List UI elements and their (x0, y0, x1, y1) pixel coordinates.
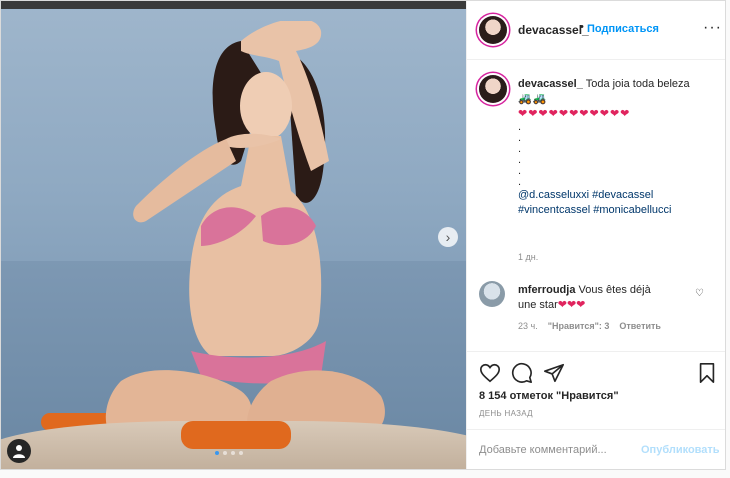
post-photo[interactable]: › (1, 1, 466, 469)
comment-reply-button[interactable]: Ответить (619, 321, 661, 331)
author-username[interactable]: devacassel_ (518, 23, 589, 37)
carousel-dot (223, 451, 227, 455)
post-sidebar: devacassel_ • Подписаться ··· devacassel… (466, 1, 725, 469)
caption-hashtag[interactable]: #devacassel (592, 189, 653, 201)
caption-period: . (518, 132, 522, 144)
caption-emoji-tractors: 🚜🚜 (518, 93, 548, 105)
tagged-users-button[interactable] (7, 439, 31, 463)
action-icons (479, 362, 719, 386)
caption-period: . (518, 121, 522, 133)
comment-likes[interactable]: "Нравится": 3 (548, 321, 610, 331)
caption-period: . (518, 143, 522, 155)
caption-hashtag[interactable]: #vincentcassel (518, 204, 590, 216)
comments-section[interactable]: devacassel_ Toda joia toda beleza 🚜🚜 ❤❤❤… (467, 59, 725, 349)
comment-bubble-icon[interactable] (511, 362, 533, 384)
commenter-avatar[interactable] (479, 281, 505, 307)
caption-emoji-hearts: ❤❤❤❤❤❤❤❤❤❤❤ (518, 108, 631, 120)
header-separator: • (580, 21, 584, 33)
caption-period: . (518, 165, 522, 177)
more-options-icon[interactable]: ··· (703, 19, 722, 37)
author-avatar[interactable] (479, 16, 507, 44)
likes-count[interactable]: 8 154 отметок "Нравится" (479, 390, 619, 402)
photo-top-strip (1, 1, 466, 9)
caption-username[interactable]: devacassel_ (518, 78, 583, 90)
share-plane-icon[interactable] (543, 362, 565, 384)
carousel-dots (215, 451, 243, 455)
caption-mention[interactable]: @d.casseluxxi (518, 189, 589, 201)
comment-input[interactable]: Добавьте комментарий... (479, 444, 607, 456)
add-comment-bar: Добавьте комментарий... Опубликовать (467, 429, 725, 469)
publish-button[interactable]: Опубликовать (641, 444, 720, 456)
comment-hearts: ❤❤❤ (557, 299, 586, 311)
photo-woman-figure (105, 21, 385, 436)
comment-meta: 23 ч. "Нравится": 3 Ответить (518, 321, 661, 331)
next-photo-button[interactable]: › (438, 227, 458, 247)
like-heart-icon[interactable] (479, 362, 501, 384)
carousel-dot-active (215, 451, 219, 455)
comment-username[interactable]: mferroudja (518, 284, 575, 296)
caption-body: Toda joia toda beleza (585, 78, 690, 90)
caption-hashtag[interactable]: #monicabellucci (593, 204, 671, 216)
caption-period: . (518, 176, 522, 188)
save-bookmark-icon[interactable] (697, 362, 717, 384)
photo-towel-orange (181, 421, 291, 449)
follow-button[interactable]: Подписаться (587, 23, 659, 35)
caption-time[interactable]: 1 дн. (518, 252, 538, 262)
comment-like-icon[interactable]: ♡ (695, 288, 704, 299)
person-icon (13, 445, 25, 458)
comment-text: mferroudja Vous êtes déjà une star❤❤❤ (518, 283, 668, 313)
carousel-dot (231, 451, 235, 455)
carousel-dot (239, 451, 243, 455)
caption-author-avatar[interactable] (479, 75, 507, 103)
post-header: devacassel_ • Подписаться ··· (467, 1, 725, 60)
post-dialog: › devacassel_ • Подписаться ··· devacass… (0, 0, 726, 470)
caption-text: devacassel_ Toda joia toda beleza 🚜🚜 ❤❤❤… (518, 77, 718, 218)
post-date[interactable]: ДЕНЬ НАЗАД (479, 409, 533, 418)
caption-period: . (518, 154, 522, 166)
comment-time[interactable]: 23 ч. (518, 321, 538, 331)
